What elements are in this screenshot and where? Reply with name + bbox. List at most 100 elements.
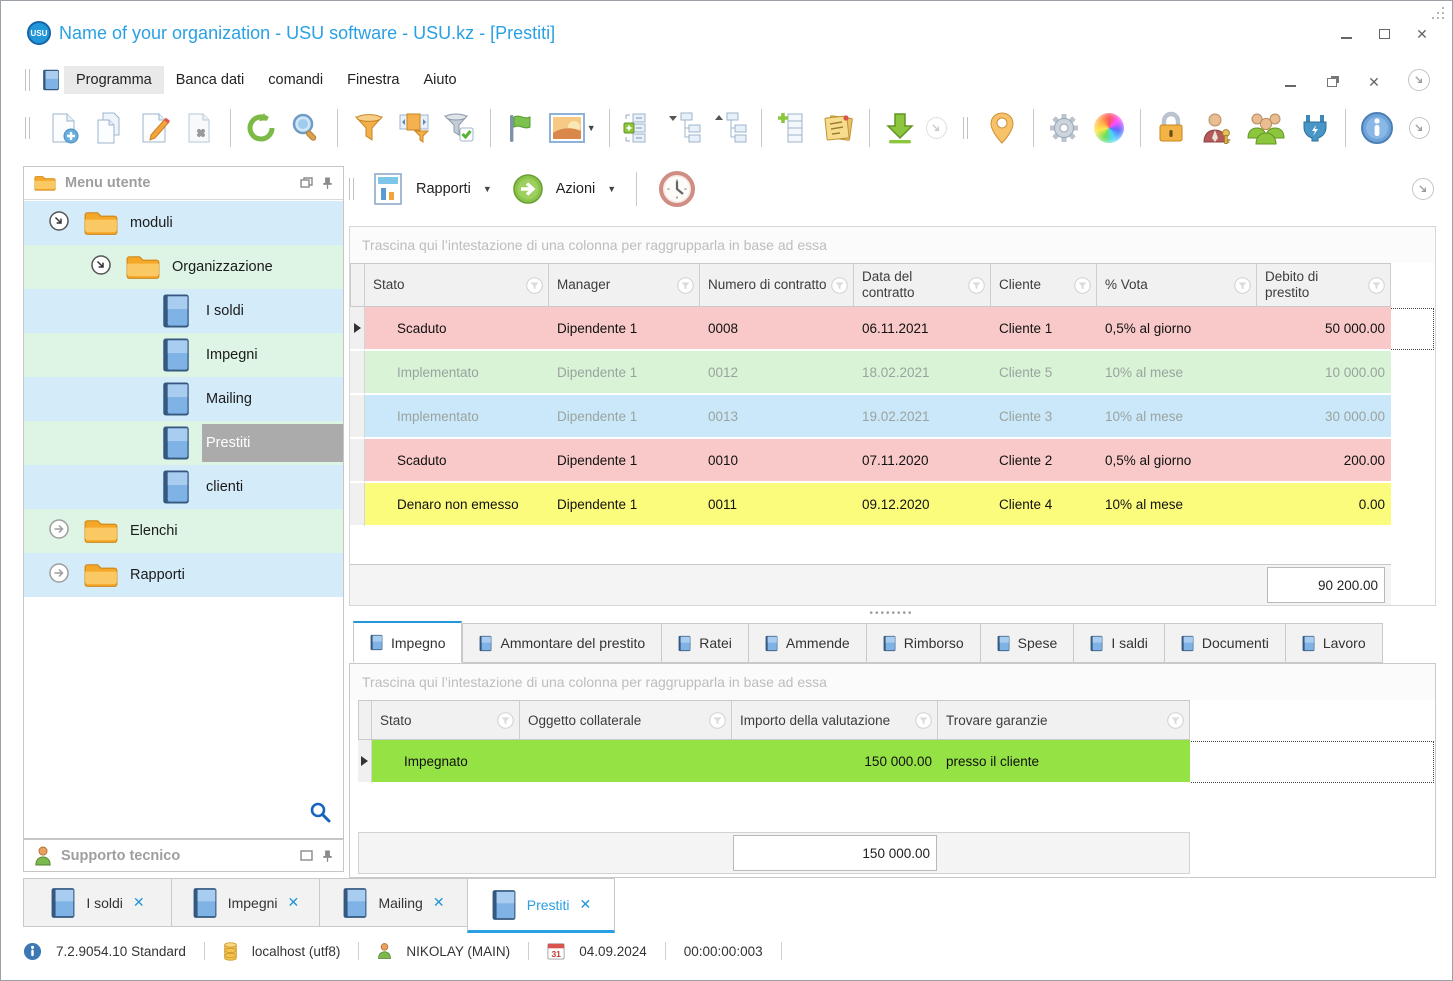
tree-item-elenchi[interactable]: Elenchi <box>24 509 343 553</box>
mdi-close-button[interactable]: ✕ <box>1366 73 1382 89</box>
report-icon[interactable] <box>370 171 406 207</box>
azioni-caret-icon[interactable]: ▼ <box>607 184 616 194</box>
refresh-button[interactable] <box>242 108 281 148</box>
window-tab-prestiti[interactable]: Prestiti ✕ <box>467 878 615 933</box>
notes-button[interactable] <box>818 108 857 148</box>
filter-funnel-icon[interactable] <box>497 712 514 732</box>
filter-funnel-icon[interactable] <box>831 277 848 298</box>
ribbon-grip[interactable] <box>349 178 354 200</box>
table-row[interactable]: Denaro non emesso Dipendente 1 0011 09.1… <box>350 483 1435 527</box>
search-button[interactable] <box>287 108 326 148</box>
close-tab-icon[interactable]: ✕ <box>133 894 145 911</box>
close-button[interactable]: ✕ <box>1414 25 1430 41</box>
plugin-button[interactable] <box>1295 108 1334 148</box>
menu-finestra[interactable]: Finestra <box>335 66 411 94</box>
menubar-overflow-icon[interactable] <box>1408 69 1430 91</box>
filter-funnel-icon[interactable] <box>1074 277 1091 298</box>
window-tab-i-soldi[interactable]: I soldi ✕ <box>23 878 171 927</box>
add-column-button[interactable] <box>773 108 812 148</box>
azioni-icon[interactable] <box>510 171 546 207</box>
expand-node-icon[interactable] <box>48 562 70 589</box>
tab-documenti[interactable]: Documenti <box>1164 623 1286 663</box>
menu-banca-dati[interactable]: Banca dati <box>164 66 257 94</box>
toolbar-grip[interactable] <box>25 117 30 139</box>
column-header-stato[interactable]: Stato <box>365 263 549 307</box>
filter-funnel-icon[interactable] <box>677 277 694 298</box>
tab-impegno[interactable]: Impegno <box>353 621 463 663</box>
resize-grip[interactable] <box>1428 3 1444 19</box>
sidebar-pin-icon[interactable] <box>322 176 333 190</box>
column-header-oggetto[interactable]: Oggetto collaterale <box>520 700 732 740</box>
tab-i-saldi[interactable]: I saldi <box>1074 623 1165 663</box>
rapporti-dropdown[interactable]: Rapporti <box>416 181 471 197</box>
column-header-debito[interactable]: Debito di prestito <box>1257 263 1391 307</box>
users-group-button[interactable] <box>1242 108 1289 148</box>
tree-item-mailing[interactable]: Mailing <box>24 377 343 421</box>
color-theme-button[interactable] <box>1090 108 1129 148</box>
window-tab-mailing[interactable]: Mailing ✕ <box>319 878 467 927</box>
mdi-minimize-button[interactable] <box>1282 73 1298 87</box>
table-row[interactable]: Implementato Dipendente 1 0012 18.02.202… <box>350 351 1435 395</box>
filter-funnel-icon[interactable] <box>709 712 726 732</box>
filter-saved-button[interactable] <box>439 108 478 148</box>
sidebar-restore-icon[interactable] <box>300 177 313 189</box>
close-tab-icon[interactable]: ✕ <box>580 896 592 913</box>
detail-groupby-bar[interactable]: Trascina qui l’intestazione di una colon… <box>350 664 1435 700</box>
tree-item-impegni[interactable]: Impegni <box>24 333 343 377</box>
filter-funnel-icon[interactable] <box>1234 277 1251 298</box>
mdi-restore-button[interactable] <box>1324 73 1340 87</box>
edit-record-button[interactable] <box>134 108 173 148</box>
groupby-bar[interactable]: Trascina qui l’intestazione di una colon… <box>350 227 1435 263</box>
menu-programma[interactable]: Programma <box>64 66 164 94</box>
minimize-button[interactable] <box>1338 25 1354 39</box>
expand-node-icon[interactable] <box>48 518 70 545</box>
info-button[interactable] <box>1357 108 1396 148</box>
tab-ammende[interactable]: Ammende <box>748 623 867 663</box>
tab-lavoro[interactable]: Lavoro <box>1285 623 1383 663</box>
filter-funnel-icon[interactable] <box>1368 277 1385 298</box>
image-dropdown-caret[interactable]: ▼ <box>587 123 596 133</box>
settings-gear-button[interactable] <box>1044 108 1083 148</box>
menu-aiuto[interactable]: Aiuto <box>411 66 468 94</box>
tree-item-moduli[interactable]: moduli <box>24 201 343 245</box>
tree-item-i-soldi[interactable]: I soldi <box>24 289 343 333</box>
close-tab-icon[interactable]: ✕ <box>433 894 445 911</box>
column-header-vota[interactable]: % Vota <box>1097 263 1257 307</box>
tab-ratei[interactable]: Ratei <box>662 623 749 663</box>
window-tab-impegni[interactable]: Impegni ✕ <box>171 878 319 927</box>
new-record-button[interactable] <box>44 108 83 148</box>
menubar-grip[interactable] <box>25 69 30 91</box>
expand-tree-button[interactable] <box>711 108 750 148</box>
column-header-stato[interactable]: Stato <box>372 700 520 740</box>
tab-rimborso[interactable]: Rimborso <box>866 623 981 663</box>
tab-spese[interactable]: Spese <box>980 623 1075 663</box>
collapse-node-icon[interactable] <box>90 254 112 281</box>
column-header-manager[interactable]: Manager <box>549 263 700 307</box>
table-row[interactable]: Implementato Dipendente 1 0013 19.02.202… <box>350 395 1435 439</box>
lock-button[interactable] <box>1152 108 1191 148</box>
tree-item-organizzazione[interactable]: Organizzazione <box>24 245 343 289</box>
filter-funnel-icon[interactable] <box>915 712 932 732</box>
map-pin-button[interactable] <box>982 108 1021 148</box>
collapse-tree-button[interactable] <box>666 108 705 148</box>
user-access-button[interactable] <box>1197 108 1236 148</box>
tree-item-prestiti[interactable]: Prestiti <box>24 421 343 465</box>
toolbar-more-icon[interactable] <box>1408 117 1431 139</box>
support-panel[interactable]: Supporto tecnico <box>23 839 344 872</box>
sidebar-search-icon[interactable] <box>309 801 331 828</box>
expand-rows-button[interactable] <box>621 108 660 148</box>
close-tab-icon[interactable]: ✕ <box>288 894 300 911</box>
table-row[interactable]: Scaduto Dipendente 1 0010 07.11.2020 Cli… <box>350 439 1435 483</box>
column-header-importo[interactable]: Importo della valutazione <box>732 700 938 740</box>
column-header-garanzie[interactable]: Trovare garanzie <box>938 700 1190 740</box>
image-button[interactable]: ▼ <box>547 108 598 148</box>
scheduler-clock-icon[interactable] <box>657 169 697 209</box>
export-overflow-icon[interactable] <box>925 117 948 139</box>
horizontal-splitter[interactable]: •••••••• <box>349 606 1434 620</box>
column-header-data-contratto[interactable]: Data del contratto <box>854 263 991 307</box>
toolbar-grip-2[interactable] <box>963 117 969 139</box>
tree-item-clienti[interactable]: clienti <box>24 465 343 509</box>
tree-item-rapporti[interactable]: Rapporti <box>24 553 343 597</box>
export-button[interactable] <box>881 108 920 148</box>
ribbon-more-icon[interactable] <box>1412 178 1434 200</box>
